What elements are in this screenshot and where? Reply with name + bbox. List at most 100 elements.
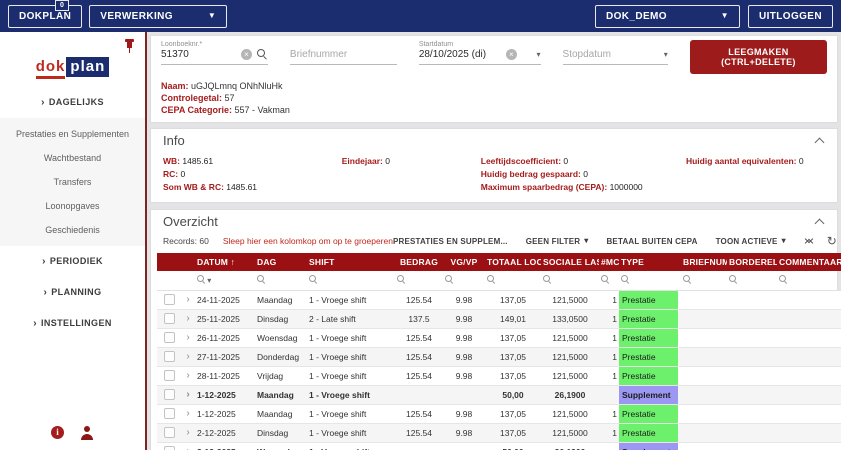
column-header[interactable]: DATUM ↑	[195, 253, 255, 271]
sidebar-item[interactable]: Geschiedenis	[0, 218, 145, 242]
sidebar-item[interactable]: Transfers	[0, 170, 145, 194]
group-by-hint[interactable]: Sleep hier een kolomkop om op te groeper…	[223, 236, 393, 246]
clear-field-icon[interactable]: ×	[240, 49, 252, 60]
info-icon[interactable]: i	[51, 426, 64, 439]
table-row[interactable]: ›3-12-2025Woensdag1 - Vroege shift 50,002…	[157, 442, 841, 450]
row-checkbox[interactable]	[163, 389, 175, 400]
startdatum-field[interactable]: Startdatum 28/10/2025 (di) × ▾	[418, 40, 541, 65]
row-checkbox[interactable]	[163, 313, 175, 324]
sidebar-section-planning[interactable]: › PLANNING	[0, 277, 145, 308]
module-dropdown[interactable]: VERWERKING ▼	[89, 4, 228, 28]
row-checkbox[interactable]	[163, 332, 175, 343]
table-row[interactable]: › 28-11-2025 Vrijdag 1 - Vroege shift 125.54…	[157, 366, 841, 385]
column-header[interactable]: #MC	[599, 253, 619, 271]
column-search-icon[interactable]	[309, 275, 317, 283]
table-row[interactable]: › 26-11-2025 Woensdag 1 - Vroege shift 125.5…	[157, 328, 841, 347]
row-checkbox[interactable]	[163, 427, 175, 438]
brand-button[interactable]: DOKPLAN	[8, 4, 83, 28]
table-row[interactable]: › 2-12-2025 Dinsdag 1 - Vroege shift 125.54 9…	[157, 423, 841, 442]
expand-row-icon[interactable]: ›	[181, 309, 195, 328]
toolbar-button[interactable]: TOON ACTIEVE ▾	[716, 237, 786, 246]
employee-info: Naam: uGJQLmnq ONhNluHk Controlegetal: 5…	[161, 80, 827, 116]
logout-button[interactable]: UITLOGGEN	[747, 4, 833, 28]
expand-row-icon[interactable]: ›	[181, 290, 195, 309]
table-row[interactable]: › 1-12-2025 Maandag 1 - Vroege shift 125.54 9…	[157, 404, 841, 423]
loonboeknr-field[interactable]: Loonboeknr.* 51370 ×	[161, 40, 268, 65]
cell: Maandag	[257, 408, 293, 419]
clear-field-icon[interactable]: ×	[505, 49, 517, 60]
column-header[interactable]: SOCIALE LAST...	[541, 253, 599, 271]
pin-icon[interactable]	[124, 39, 134, 53]
column-header[interactable]: COMMENTAAR	[777, 253, 841, 271]
filter-cell	[443, 271, 485, 291]
cell: 9.98	[455, 427, 473, 438]
column-header[interactable]: VG/VP	[443, 253, 485, 271]
column-search-icon[interactable]	[257, 275, 265, 283]
column-search-icon[interactable]	[683, 275, 691, 283]
column-header[interactable]: DAG	[255, 253, 307, 271]
filter-cell	[619, 271, 681, 291]
expand-row-icon[interactable]: ›	[181, 385, 195, 404]
stopdatum-placeholder[interactable]: Stopdatum	[563, 49, 611, 60]
environment-dropdown[interactable]: DOK_DEMO ▼	[594, 4, 740, 28]
column-header[interactable]: BORDERELWE...	[727, 253, 777, 271]
row-checkbox[interactable]	[163, 351, 175, 362]
sidebar-item[interactable]: Loonopgaves	[0, 194, 145, 218]
filter-panel: Loonboeknr.* 51370 × Briefnummer Startda…	[150, 35, 838, 123]
column-header[interactable]: TYPE	[619, 253, 681, 271]
column-search-icon[interactable]	[197, 275, 205, 283]
row-checkbox[interactable]	[163, 294, 175, 305]
column-search-icon[interactable]	[397, 275, 405, 283]
expand-row-icon[interactable]: ›	[181, 366, 195, 385]
table-row[interactable]: › 25-11-2025 Dinsdag 2 - Late shift 137.5 9.9…	[157, 309, 841, 328]
type-badge: Prestatie	[619, 328, 678, 347]
column-search-icon[interactable]	[601, 275, 609, 283]
column-header[interactable]: BEDRAG	[395, 253, 443, 271]
expand-row-icon[interactable]: ›	[181, 442, 195, 450]
column-search-icon[interactable]	[487, 275, 495, 283]
startdatum-value[interactable]: 28/10/2025 (di)	[419, 49, 486, 60]
column-header[interactable]: BRIEFNUM...	[681, 253, 727, 271]
expand-row-icon[interactable]: ›	[181, 423, 195, 442]
sidebar-item[interactable]: Wachtbestand	[0, 146, 145, 170]
leegmaken-button[interactable]: LEEGMAKEN (CTRL+DELETE)	[689, 40, 827, 74]
briefnummer-field[interactable]: Briefnummer	[289, 40, 397, 65]
column-search-icon[interactable]	[729, 275, 737, 283]
column-header[interactable]: TOTAAL LOON	[485, 253, 541, 271]
table-row[interactable]: › 24-11-2025 Maandag 1 - Vroege shift 125.54…	[157, 290, 841, 309]
table-row[interactable]: › 1-12-2025 Maandag 1 - Vroege shift 50,00 26…	[157, 385, 841, 404]
table-row[interactable]: › 27-11-2025 Donderdag 1 - Vroege shift 125.…	[157, 347, 841, 366]
column-search-icon[interactable]	[445, 275, 453, 283]
expand-row-icon[interactable]: ›	[181, 328, 195, 347]
refresh-icon[interactable]: ↻	[827, 235, 837, 247]
cell	[443, 385, 485, 404]
briefnummer-placeholder[interactable]: Briefnummer	[290, 48, 397, 61]
type-cell: Prestatie	[619, 347, 681, 366]
row-checkbox[interactable]	[163, 446, 175, 450]
column-search-icon[interactable]	[543, 275, 551, 283]
sidebar-section-dagelijks[interactable]: › DAGELIJKS	[0, 87, 145, 118]
type-badge: Prestatie	[619, 290, 678, 309]
row-checkbox[interactable]	[163, 408, 175, 419]
expand-row-icon[interactable]: ›	[181, 404, 195, 423]
column-search-icon[interactable]	[621, 275, 629, 283]
toolbar-button[interactable]: GEEN FILTER ▾	[526, 237, 589, 246]
column-header[interactable]: SHIFT	[307, 253, 395, 271]
loonboeknr-value[interactable]: 51370	[161, 49, 189, 60]
toolbar-button[interactable]: PRESTATIES EN SUPPLEM...	[393, 237, 508, 246]
expand-row-icon[interactable]: ›	[181, 347, 195, 366]
stopdatum-field[interactable]: Stopdatum ▾	[562, 40, 668, 65]
column-search-icon[interactable]	[779, 275, 787, 283]
main-content: Loonboeknr.* 51370 × Briefnummer Startda…	[145, 32, 841, 450]
search-icon[interactable]	[256, 49, 268, 60]
toolbar-button[interactable]: BETAAL BUITEN CEPA	[606, 237, 697, 246]
user-icon[interactable]	[80, 426, 94, 440]
sidebar-section-instellingen[interactable]: › INSTELLINGEN	[0, 308, 145, 339]
chevron-down-icon[interactable]: ▾	[205, 276, 211, 285]
chevron-down-icon[interactable]: ▾	[537, 50, 541, 59]
sidebar-section-periodiek[interactable]: › PERIODIEK	[0, 246, 145, 277]
chevron-down-icon[interactable]: ▾	[664, 50, 668, 59]
row-checkbox[interactable]	[163, 370, 175, 381]
sidebar-item[interactable]: Prestaties en Supplementen	[0, 122, 145, 146]
collapse-rows-icon[interactable]	[804, 235, 814, 247]
